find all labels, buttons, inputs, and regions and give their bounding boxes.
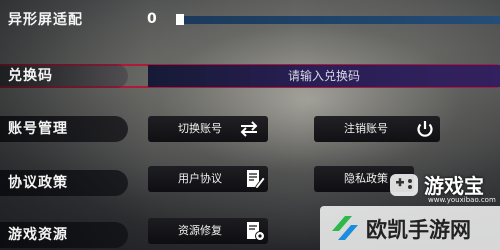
policy-label: 协议政策	[0, 170, 128, 196]
youxibao-url: www.youxibao.com	[428, 196, 496, 204]
okai-watermark: 欧凯手游网	[320, 206, 500, 250]
redeem-label: 兑换码	[0, 64, 128, 88]
switch-arrows-icon	[240, 121, 258, 137]
user-agreement-button[interactable]: 用户协议	[148, 166, 268, 192]
user-agreement-label: 用户协议	[178, 172, 222, 185]
logout-account-label: 注销账号	[344, 122, 388, 135]
resources-label: 游戏资源	[0, 222, 128, 248]
switch-account-label: 切换账号	[178, 122, 222, 135]
switch-account-button[interactable]: 切换账号	[148, 116, 268, 142]
screen-adapt-value: 0	[147, 11, 157, 27]
screen-adapt-label: 异形屏适配	[8, 12, 83, 28]
gamepad-logo-icon	[390, 174, 418, 196]
youxibao-watermark: 游戏宝 www.youxibao.com	[388, 168, 500, 208]
power-icon	[417, 121, 433, 137]
redeem-code-input[interactable]: 请输入兑换码	[148, 65, 500, 87]
screen-adapt-slider[interactable]	[176, 16, 500, 24]
okai-logo-icon	[332, 216, 358, 240]
resource-repair-label: 资源修复	[178, 224, 222, 237]
logout-account-button[interactable]: 注销账号	[314, 116, 440, 142]
okai-text: 欧凯手游网	[366, 218, 471, 242]
account-label: 账号管理	[0, 116, 128, 142]
document-gear-icon	[247, 222, 265, 241]
resource-repair-button[interactable]: 资源修复	[148, 218, 268, 244]
screen-adapt-slider-thumb[interactable]	[176, 14, 184, 25]
privacy-policy-label: 隐私政策	[344, 172, 388, 185]
document-edit-icon	[247, 170, 266, 190]
youxibao-text: 游戏宝	[424, 174, 484, 198]
